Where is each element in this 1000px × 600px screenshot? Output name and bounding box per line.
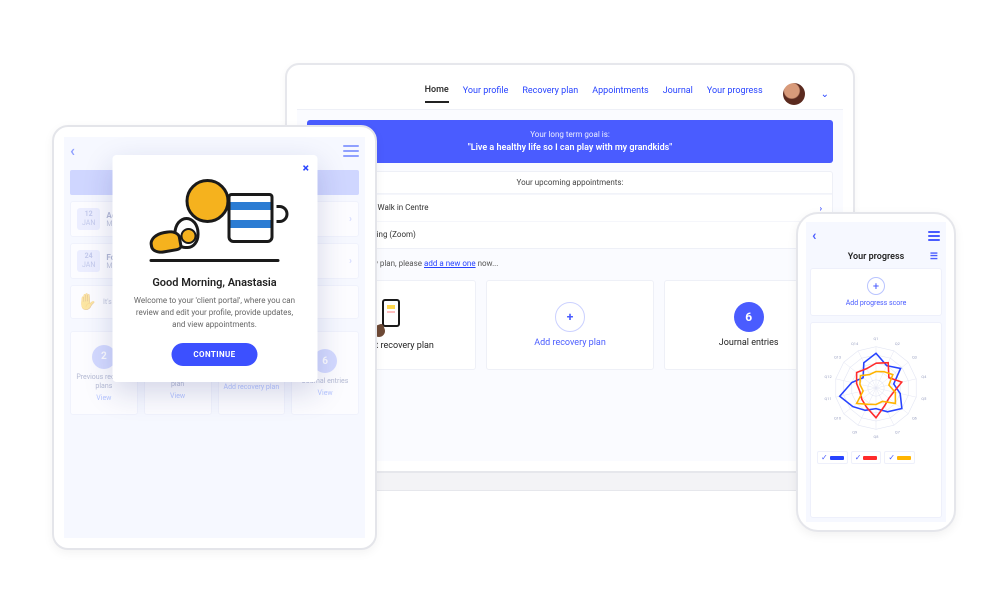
back-icon[interactable]: ‹	[812, 228, 816, 244]
date-badge: 24JAN	[77, 250, 100, 272]
svg-text:Q5: Q5	[921, 396, 927, 401]
card-title: Journal entries	[719, 338, 779, 348]
back-icon[interactable]: ‹	[70, 141, 75, 160]
recovery-hint: e your last recovery plan, please add a …	[307, 257, 833, 268]
add-plan-card[interactable]: + Add recovery plan	[486, 280, 655, 370]
plus-icon: +	[555, 302, 585, 332]
top-nav: Home Your profile Recovery plan Appointm…	[297, 75, 843, 110]
svg-text:Q13: Q13	[834, 354, 841, 359]
mobile-screen: ‹ Your progress ☰ + Add progress score Q…	[806, 222, 946, 522]
continue-button[interactable]: CONTINUE	[171, 343, 257, 366]
card-row: Current recovery plan + Add recovery pla…	[307, 280, 833, 370]
svg-text:Q1: Q1	[874, 336, 879, 341]
appointment-panel: Your upcoming appointments: 📍Narborough …	[307, 171, 833, 249]
view-link[interactable]: View	[170, 392, 185, 400]
svg-text:Q10: Q10	[834, 416, 841, 421]
add-score-card[interactable]: + Add progress score	[810, 268, 942, 316]
laptop-screen: Home Your profile Recovery plan Appointm…	[297, 75, 843, 461]
tab-profile[interactable]: Your profile	[463, 86, 509, 102]
tab-home[interactable]: Home	[425, 85, 449, 103]
tab-journal[interactable]: Journal	[663, 86, 693, 102]
card-label: Add recovery plan	[224, 383, 280, 392]
modal-body: Welcome to your 'client portal', where y…	[130, 295, 299, 331]
close-icon[interactable]: ×	[303, 161, 309, 175]
svg-text:Q2: Q2	[895, 341, 901, 346]
svg-text:Q14: Q14	[851, 341, 859, 346]
svg-text:Q12: Q12	[825, 374, 833, 379]
goal-label: Your long term goal is:	[313, 130, 827, 139]
tab-progress[interactable]: Your progress	[707, 86, 763, 102]
avatar[interactable]	[783, 83, 805, 105]
tablet-frame: ‹ "Liv ds" 12JAN Advisor sMonday, › 24JA…	[52, 125, 377, 550]
legend-item[interactable]: ✓	[817, 451, 848, 464]
chevron-right-icon: ›	[349, 256, 352, 267]
svg-text:Q4: Q4	[921, 374, 927, 379]
mobile-frame: ‹ Your progress ☰ + Add progress score Q…	[796, 212, 956, 532]
tablet-screen: ‹ "Liv ds" 12JAN Advisor sMonday, › 24JA…	[64, 137, 365, 538]
tab-appointments[interactable]: Appointments	[592, 86, 648, 102]
legend-item[interactable]: ✓	[851, 451, 882, 464]
view-link[interactable]: View	[318, 389, 333, 397]
radar-chart: Q1 Q2 Q3 Q4 Q5 Q6 Q7 Q8 Q9 Q10 Q11 Q12 Q13 Q14	[817, 329, 935, 447]
svg-text:Q3: Q3	[912, 354, 917, 359]
welcome-modal: × Good Morning, Anastasia Welcome to you…	[112, 155, 317, 382]
menu-icon[interactable]	[928, 229, 940, 243]
svg-text:Q11: Q11	[825, 396, 832, 401]
goal-banner: Your long term goal is: "Live a healthy …	[307, 120, 833, 163]
plus-icon: +	[867, 277, 885, 295]
goal-quote: "Live a healthy life so I can play with …	[313, 143, 827, 153]
filter-icon[interactable]: ☰	[930, 252, 938, 262]
breakfast-illustration-icon	[150, 171, 280, 266]
wave-icon	[77, 292, 97, 312]
radar-chart-card: Q1Q2Q3Q4Q5Q6Q7Q8Q9Q10Q11Q12Q13Q14 ✓✓✓	[810, 322, 942, 518]
svg-text:Q8: Q8	[874, 434, 879, 439]
tab-recovery[interactable]: Recovery plan	[522, 86, 578, 102]
date-badge: 12JAN	[77, 208, 100, 230]
modal-title: Good Morning, Anastasia	[130, 276, 299, 289]
svg-text:Q7: Q7	[895, 429, 901, 434]
add-new-link[interactable]: add a new one	[424, 259, 476, 268]
count-badge: 6	[734, 302, 764, 332]
chevron-right-icon: ›	[349, 214, 352, 225]
appointment-row[interactable]: 📍Virtual meeting (Zoom) ›	[308, 221, 832, 248]
legend-item[interactable]: ✓	[884, 451, 915, 464]
card-title: Add recovery plan	[534, 338, 606, 348]
appointment-header: Your upcoming appointments:	[308, 172, 832, 194]
mobile-topbar: ‹	[810, 226, 942, 246]
view-link[interactable]: View	[96, 394, 111, 402]
svg-text:Q6: Q6	[912, 416, 918, 421]
laptop-content: Your long term goal is: "Live a healthy …	[297, 110, 843, 380]
phone-in-hand-icon	[377, 299, 405, 335]
appointment-row[interactable]: 📍Narborough Walk in Centre ›	[308, 194, 832, 221]
add-score-label: Add progress score	[819, 299, 933, 307]
chart-legend: ✓✓✓	[817, 451, 935, 464]
svg-text:Q9: Q9	[852, 429, 857, 434]
chevron-down-icon[interactable]: ⌄	[821, 89, 829, 100]
page-title: Your progress ☰	[810, 252, 942, 262]
menu-icon[interactable]	[343, 142, 359, 160]
